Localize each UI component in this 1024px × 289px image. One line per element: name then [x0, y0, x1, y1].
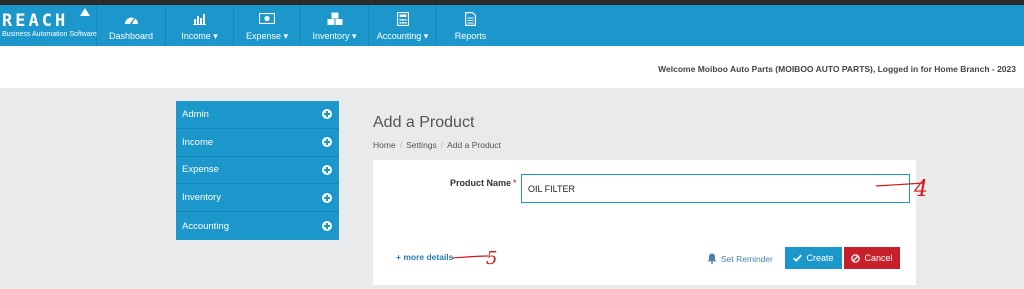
nav-accounting-label: Accounting [376, 30, 422, 41]
set-reminder-link[interactable]: Set Reminder [707, 253, 773, 264]
nav-income-label: Income [181, 30, 211, 41]
sidebar-item-income[interactable]: Income [176, 129, 339, 157]
sidebar-item-label: Inventory [182, 192, 222, 204]
sidebar-item-label: Accounting [182, 220, 230, 232]
sidebar-item-inventory[interactable]: Inventory [176, 184, 339, 213]
breadcrumb-settings[interactable]: Settings [406, 140, 437, 150]
sidebar-item-label: Expense [182, 164, 219, 176]
sidebar-item-label: Admin [182, 108, 209, 120]
logo-text: REACH [2, 11, 69, 31]
plus-circle-icon [322, 221, 332, 232]
set-reminder-label: Set Reminder [721, 253, 773, 264]
sidebar-item-admin[interactable]: Admin [176, 101, 339, 129]
create-button[interactable]: Create [785, 247, 842, 269]
nav-inventory[interactable]: Inventory ▾ [300, 5, 368, 46]
calculator-icon [395, 11, 411, 26]
nav-expense-label: Expense [245, 30, 281, 41]
sidebar-item-label: Income [182, 136, 214, 148]
welcome-text: Welcome Moiboo Auto Parts (MOIBOO AUTO P… [658, 64, 1016, 74]
nav-expense[interactable]: Expense ▾ [233, 5, 300, 46]
logo-subtitle: Business Automation Software [2, 31, 97, 38]
breadcrumb: Home / Settings / Add a Product [373, 140, 502, 150]
cancel-button[interactable]: Cancel [844, 247, 900, 269]
create-label: Create [806, 253, 834, 263]
welcome-bar: Welcome Moiboo Auto Parts (MOIBOO AUTO P… [0, 46, 1024, 88]
nav-income[interactable]: Income ▾ [165, 5, 233, 46]
plus-circle-icon [322, 109, 332, 120]
logo-triangle-icon [80, 8, 90, 16]
cancel-label: Cancel [864, 253, 893, 263]
app-logo[interactable]: REACH Business Automation Software [0, 5, 97, 46]
bell-icon [707, 253, 717, 264]
breadcrumb-current: Add a Product [447, 140, 502, 150]
bar-chart-icon [192, 12, 208, 26]
document-icon [463, 12, 479, 26]
nav-accounting[interactable]: Accounting ▾ [368, 5, 436, 46]
product-name-label: Product Name * [450, 178, 517, 188]
sidebar-item-accounting[interactable]: Accounting [176, 212, 339, 240]
plus-circle-icon [322, 192, 332, 203]
plus-circle-icon [322, 137, 332, 148]
page-title: Add a Product [373, 114, 475, 131]
cubes-icon [327, 12, 343, 26]
required-mark: * [513, 178, 517, 188]
nav-reports[interactable]: Reports [436, 5, 504, 46]
nav-reports-label: Reports [454, 31, 487, 41]
plus-circle-icon [322, 164, 332, 175]
top-navbar: REACH Business Automation Software Dashb… [0, 5, 1024, 46]
dashboard-gauge-icon [123, 12, 139, 26]
sidebar-item-expense[interactable]: Expense [176, 157, 339, 185]
check-icon [793, 254, 803, 262]
nav-dashboard[interactable]: Dashboard [96, 5, 165, 46]
nav-inventory-label: Inventory [312, 30, 350, 41]
nav-dashboard-label: Dashboard [108, 31, 154, 41]
sidebar-menu: Admin Income Expense Inventory Accountin… [176, 101, 339, 240]
more-details-link[interactable]: + more details [396, 252, 453, 262]
money-icon [259, 12, 275, 26]
ban-icon [851, 253, 861, 263]
breadcrumb-home[interactable]: Home [373, 140, 396, 150]
product-name-input[interactable] [521, 174, 910, 203]
